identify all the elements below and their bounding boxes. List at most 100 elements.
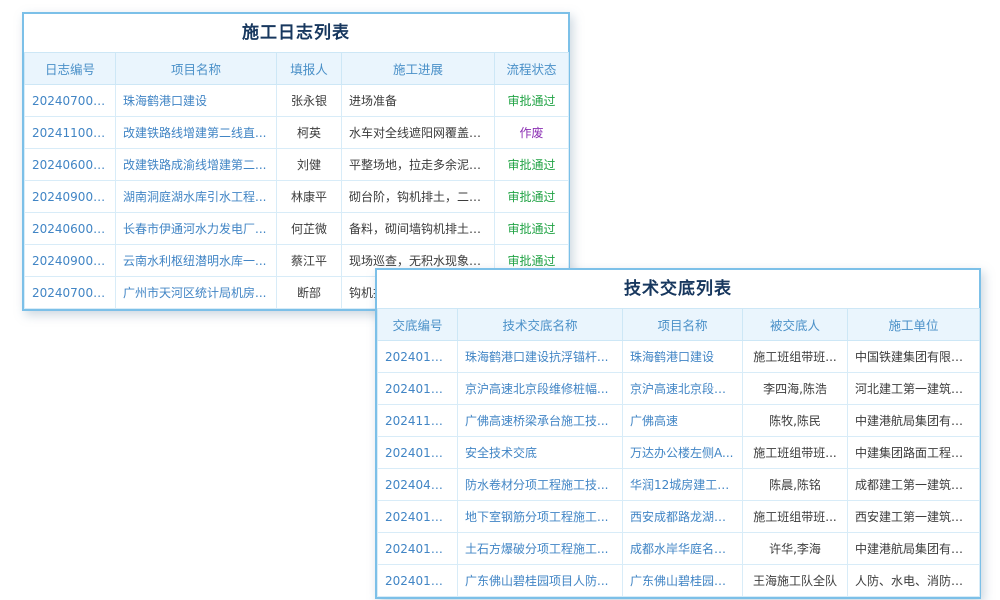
log-id-link[interactable]: 2024070011 — [25, 277, 116, 309]
log-filler-cell: 张永银 — [277, 85, 342, 117]
disclosure-person-cell: 李四海,陈浩 — [743, 373, 848, 405]
log-id-link[interactable]: 2024110002 — [25, 117, 116, 149]
log-project-link[interactable]: 改建铁路成渝线增建第二... — [116, 149, 277, 181]
log-progress-cell: 进场准备 — [342, 85, 495, 117]
disclosure-col-id: 交底编号 — [378, 309, 458, 341]
log-progress-cell: 平整场地，拉走多余泥土15... — [342, 149, 495, 181]
log-status-badge: 审批通过 — [495, 181, 569, 213]
log-project-link[interactable]: 云南水利枢纽潜明水库一... — [116, 245, 277, 277]
disclosure-name-link[interactable]: 广佛高速桥梁承台施工技... — [458, 405, 623, 437]
log-progress-cell: 水车对全线遮阳网覆盖点进... — [342, 117, 495, 149]
disclosure-name-link[interactable]: 土石方爆破分项工程施工... — [458, 533, 623, 565]
disclosure-unit-cell: 河北建工第一建筑有... — [848, 373, 980, 405]
disclosure-project-link[interactable]: 京沪高速北京段维修 — [623, 373, 743, 405]
disclosure-table-row[interactable]: 2024040001 防水卷材分项工程施工技... 华润12城房建工程... 陈… — [378, 469, 980, 501]
log-progress-cell: 砌台阶，钩机排土，二包砌... — [342, 181, 495, 213]
disclosure-id-link[interactable]: 2024010002 — [378, 501, 458, 533]
log-table-row[interactable]: 2024060006 改建铁路成渝线增建第二... 刘健 平整场地，拉走多余泥土… — [25, 149, 569, 181]
disclosure-name-link[interactable]: 京沪高速北京段维修桩幅... — [458, 373, 623, 405]
log-col-project: 项目名称 — [116, 53, 277, 85]
disclosure-project-link[interactable]: 华润12城房建工程... — [623, 469, 743, 501]
log-progress-cell: 备料，砌间墙钩机排土，瓦... — [342, 213, 495, 245]
disclosure-name-link[interactable]: 珠海鹤港口建设抗浮锚杆... — [458, 341, 623, 373]
disclosure-id-link[interactable]: 2024010002 — [378, 533, 458, 565]
log-project-link[interactable]: 长春市伊通河水力发电厂... — [116, 213, 277, 245]
disclosure-name-link[interactable]: 安全技术交底 — [458, 437, 623, 469]
disclosure-id-link[interactable]: 2024010003 — [378, 437, 458, 469]
disclosure-unit-cell: 西安建工第一建筑有... — [848, 501, 980, 533]
disclosure-name-link[interactable]: 广东佛山碧桂园项目人防... — [458, 565, 623, 597]
log-status-badge: 审批通过 — [495, 149, 569, 181]
log-filler-cell: 断部 — [277, 277, 342, 309]
disclosure-person-cell: 施工班组带班... — [743, 437, 848, 469]
disclosure-col-person: 被交底人 — [743, 309, 848, 341]
disclosure-id-link[interactable]: 2024010003 — [378, 341, 458, 373]
log-project-link[interactable]: 珠海鹤港口建设 — [116, 85, 277, 117]
disclosure-person-cell: 施工班组带班... — [743, 341, 848, 373]
disclosure-unit-cell: 成都建工第一建筑有... — [848, 469, 980, 501]
log-col-filler: 填报人 — [277, 53, 342, 85]
disclosure-unit-cell: 人防、水电、消防暖通 — [848, 565, 980, 597]
disclosure-person-cell: 陈晨,陈铭 — [743, 469, 848, 501]
disclosure-project-link[interactable]: 珠海鹤港口建设 — [623, 341, 743, 373]
disclosure-person-cell: 许华,李海 — [743, 533, 848, 565]
log-table-header-row: 日志编号 项目名称 填报人 施工进展 流程状态 — [25, 53, 569, 85]
disclosure-table-row[interactable]: 2024010003 珠海鹤港口建设抗浮锚杆... 珠海鹤港口建设 施工班组带班… — [378, 341, 980, 373]
log-table-row[interactable]: 2024060005 长春市伊通河水力发电厂... 何芷微 备料，砌间墙钩机排土… — [25, 213, 569, 245]
disclosure-id-link[interactable]: 2024010001 — [378, 565, 458, 597]
disclosure-project-link[interactable]: 万达办公楼左侧A... — [623, 437, 743, 469]
disclosure-table-row[interactable]: 2024110001 广佛高速桥梁承台施工技... 广佛高速 陈牧,陈民 中建港… — [378, 405, 980, 437]
log-col-status: 流程状态 — [495, 53, 569, 85]
technical-disclosure-title: 技术交底列表 — [377, 270, 979, 308]
disclosure-table-row[interactable]: 2024010002 地下室钢筋分项工程施工... 西安成都路龙湖上... 施工… — [378, 501, 980, 533]
log-project-link[interactable]: 湖南洞庭湖水库引水工程... — [116, 181, 277, 213]
disclosure-person-cell: 施工班组带班... — [743, 501, 848, 533]
disclosure-project-link[interactable]: 西安成都路龙湖上... — [623, 501, 743, 533]
disclosure-table-row[interactable]: 2024010004 京沪高速北京段维修桩幅... 京沪高速北京段维修 李四海,… — [378, 373, 980, 405]
log-table-row[interactable]: 2024070011 珠海鹤港口建设 张永银 进场准备 审批通过 — [25, 85, 569, 117]
log-filler-cell: 林康平 — [277, 181, 342, 213]
log-id-link[interactable]: 2024090009 — [25, 245, 116, 277]
log-table-row[interactable]: 2024090009 湖南洞庭湖水库引水工程... 林康平 砌台阶，钩机排土，二… — [25, 181, 569, 213]
disclosure-id-link[interactable]: 2024010004 — [378, 373, 458, 405]
disclosure-person-cell: 陈牧,陈民 — [743, 405, 848, 437]
disclosure-id-link[interactable]: 2024110001 — [378, 405, 458, 437]
disclosure-table-row[interactable]: 2024010002 土石方爆破分项工程施工... 成都水岸华庭名苑... 许华… — [378, 533, 980, 565]
disclosure-unit-cell: 中建港航局集团有限... — [848, 405, 980, 437]
disclosure-table-row[interactable]: 2024010003 安全技术交底 万达办公楼左侧A... 施工班组带班... … — [378, 437, 980, 469]
log-col-id: 日志编号 — [25, 53, 116, 85]
log-table-row[interactable]: 2024110002 改建铁路线增建第二线直... 柯英 水车对全线遮阳网覆盖点… — [25, 117, 569, 149]
log-col-progress: 施工进展 — [342, 53, 495, 85]
log-filler-cell: 蔡江平 — [277, 245, 342, 277]
log-id-link[interactable]: 2024060006 — [25, 149, 116, 181]
construction-log-title: 施工日志列表 — [24, 14, 568, 52]
disclosure-name-link[interactable]: 防水卷材分项工程施工技... — [458, 469, 623, 501]
log-id-link[interactable]: 2024070011 — [25, 85, 116, 117]
disclosure-unit-cell: 中建集团路面工程有... — [848, 437, 980, 469]
log-filler-cell: 刘健 — [277, 149, 342, 181]
disclosure-project-link[interactable]: 广佛高速 — [623, 405, 743, 437]
log-project-link[interactable]: 改建铁路线增建第二线直... — [116, 117, 277, 149]
log-project-link[interactable]: 广州市天河区统计局机房... — [116, 277, 277, 309]
disclosure-name-link[interactable]: 地下室钢筋分项工程施工... — [458, 501, 623, 533]
disclosure-unit-cell: 中国铁建集团有限公司 — [848, 341, 980, 373]
log-filler-cell: 何芷微 — [277, 213, 342, 245]
log-status-badge: 作废 — [495, 117, 569, 149]
disclosure-unit-cell: 中建港航局集团有限... — [848, 533, 980, 565]
disclosure-id-link[interactable]: 2024040001 — [378, 469, 458, 501]
disclosure-project-link[interactable]: 广东佛山碧桂园项目 — [623, 565, 743, 597]
disclosure-table-body: 2024010003 珠海鹤港口建设抗浮锚杆... 珠海鹤港口建设 施工班组带班… — [378, 341, 980, 597]
log-id-link[interactable]: 2024090009 — [25, 181, 116, 213]
log-id-link[interactable]: 2024060005 — [25, 213, 116, 245]
disclosure-table-header-row: 交底编号 技术交底名称 项目名称 被交底人 施工单位 — [378, 309, 980, 341]
log-filler-cell: 柯英 — [277, 117, 342, 149]
disclosure-col-unit: 施工单位 — [848, 309, 980, 341]
technical-disclosure-panel: 技术交底列表 交底编号 技术交底名称 项目名称 被交底人 施工单位 202401… — [375, 268, 981, 599]
disclosure-person-cell: 王海施工队全队 — [743, 565, 848, 597]
disclosure-col-name: 技术交底名称 — [458, 309, 623, 341]
disclosure-table-row[interactable]: 2024010001 广东佛山碧桂园项目人防... 广东佛山碧桂园项目 王海施工… — [378, 565, 980, 597]
log-status-badge: 审批通过 — [495, 85, 569, 117]
technical-disclosure-table: 交底编号 技术交底名称 项目名称 被交底人 施工单位 2024010003 珠海… — [377, 308, 980, 597]
log-status-badge: 审批通过 — [495, 213, 569, 245]
disclosure-project-link[interactable]: 成都水岸华庭名苑... — [623, 533, 743, 565]
